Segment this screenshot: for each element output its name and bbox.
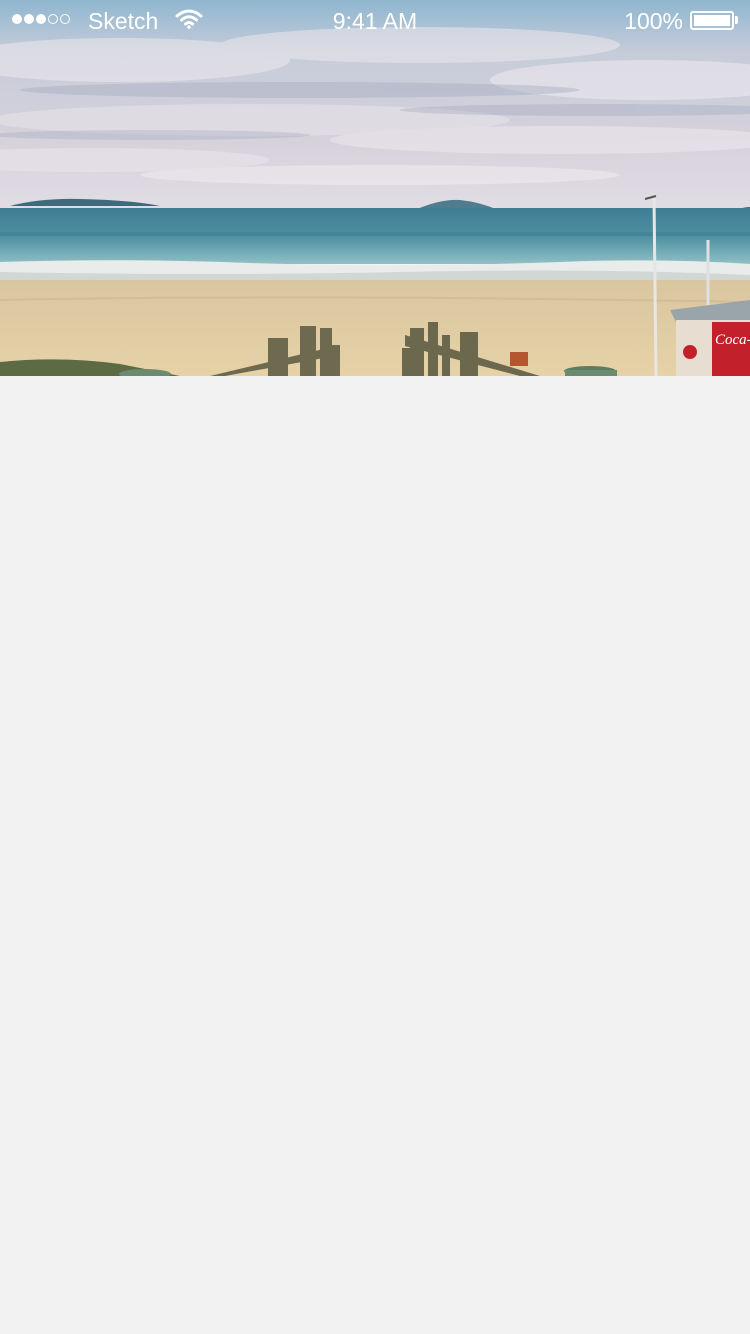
- status-bar: Sketch 9:41 AM 100%: [0, 0, 750, 40]
- kiosk-sign: Coca-Cola: [715, 332, 750, 348]
- content-area: [0, 376, 750, 1334]
- beach-photo: Coca-Cola: [0, 0, 750, 376]
- battery-level: [694, 15, 730, 26]
- battery-icon: [690, 11, 734, 30]
- battery-percentage: 100%: [624, 8, 683, 34]
- sand: [0, 280, 750, 376]
- hero-image: Coca-Cola: [0, 0, 750, 376]
- battery-tip: [735, 16, 738, 24]
- kiosk: Coca-Cola: [670, 300, 750, 376]
- flag-pole: [652, 195, 658, 376]
